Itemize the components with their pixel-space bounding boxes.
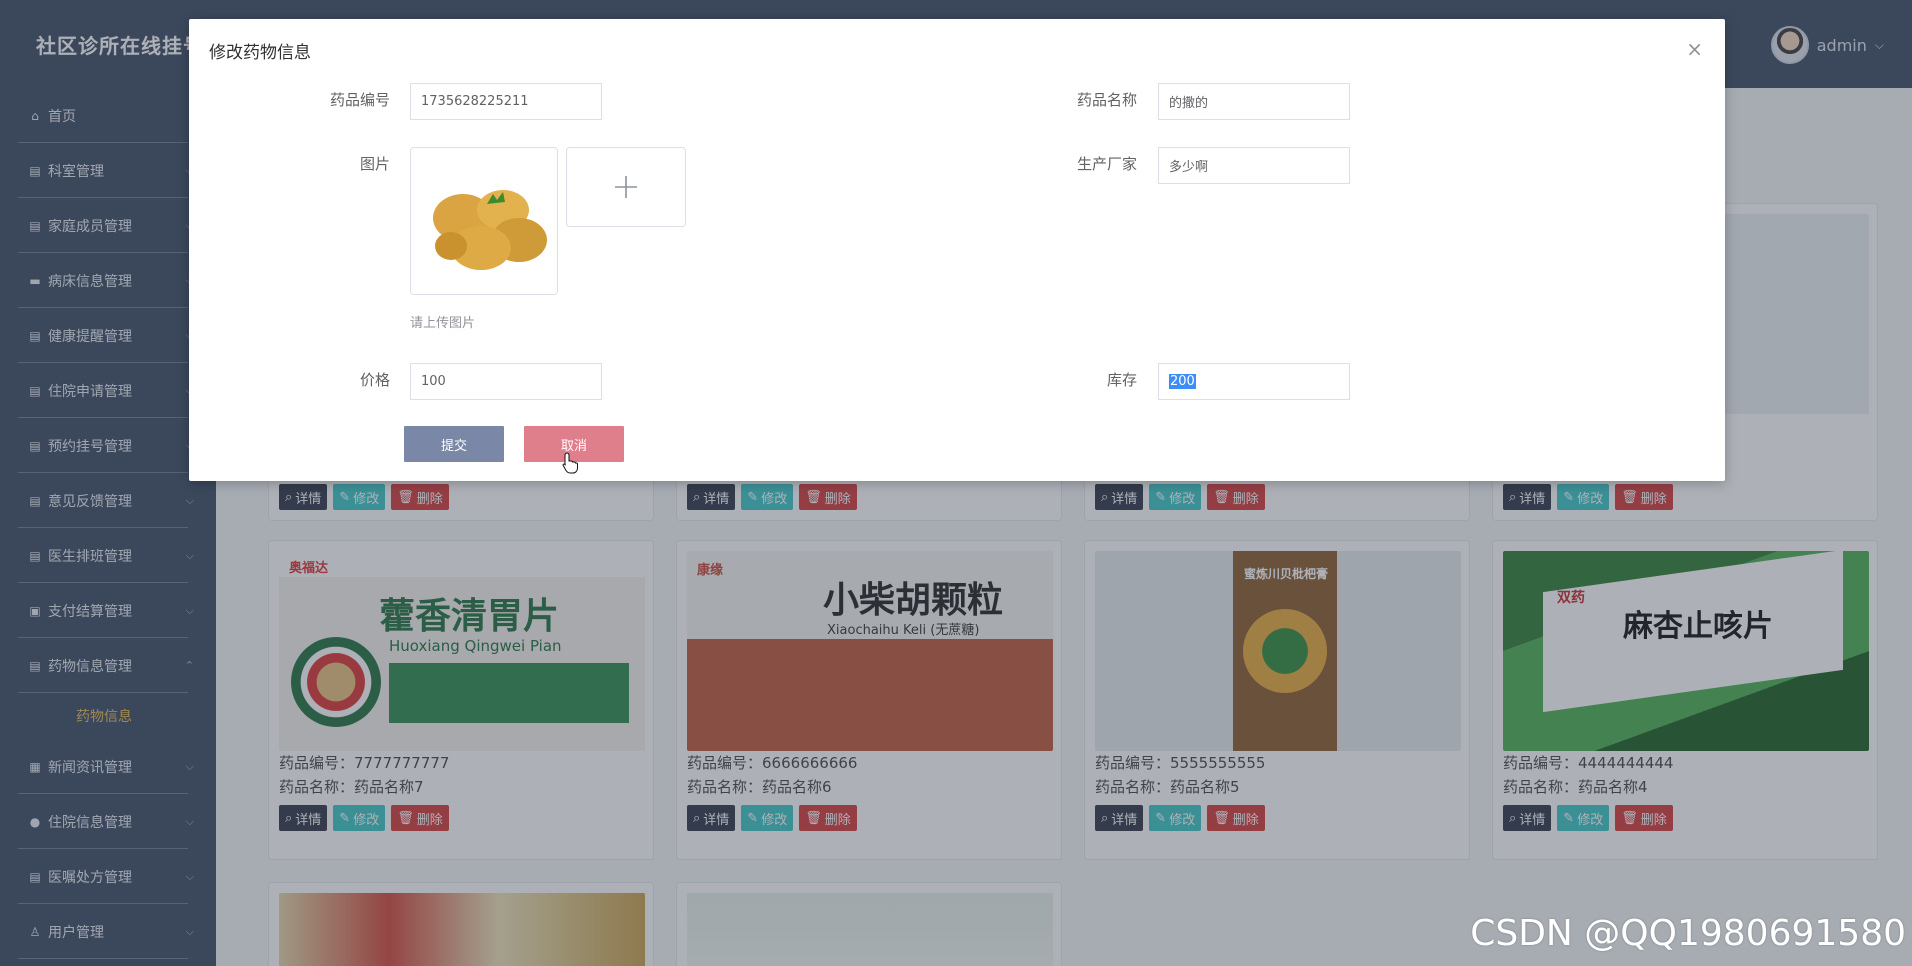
maker-input[interactable]: 多少啊 bbox=[1158, 147, 1350, 184]
submit-button[interactable]: 提交 bbox=[404, 426, 504, 462]
potato-image bbox=[411, 148, 557, 294]
plus-icon bbox=[615, 176, 637, 198]
image-uploader[interactable] bbox=[566, 147, 686, 227]
code-input[interactable]: 1735628225211 bbox=[410, 83, 602, 120]
code-label: 药品编号 bbox=[329, 91, 390, 109]
price-input[interactable]: 100 bbox=[410, 363, 602, 400]
maker-label: 生产厂家 bbox=[1076, 155, 1137, 173]
selected-text: 200 bbox=[1169, 374, 1196, 389]
edit-medicine-dialog: 修改药物信息 × 药品编号 1735628225211 药品名称 的撒的 图片 … bbox=[189, 19, 1725, 481]
close-icon[interactable]: × bbox=[1686, 37, 1703, 61]
name-input[interactable]: 的撒的 bbox=[1158, 83, 1350, 120]
uploaded-image[interactable] bbox=[410, 147, 558, 295]
upload-hint: 请上传图片 bbox=[410, 316, 476, 331]
dialog-title: 修改药物信息 bbox=[209, 43, 311, 63]
hand-cursor-icon bbox=[562, 452, 578, 474]
stock-input[interactable]: 200 bbox=[1158, 363, 1350, 400]
image-label: 图片 bbox=[359, 155, 390, 173]
name-label: 药品名称 bbox=[1076, 91, 1137, 109]
price-label: 价格 bbox=[359, 371, 390, 389]
watermark: CSDN @QQ1980691580 bbox=[1470, 913, 1906, 954]
stock-label: 库存 bbox=[1106, 371, 1137, 389]
